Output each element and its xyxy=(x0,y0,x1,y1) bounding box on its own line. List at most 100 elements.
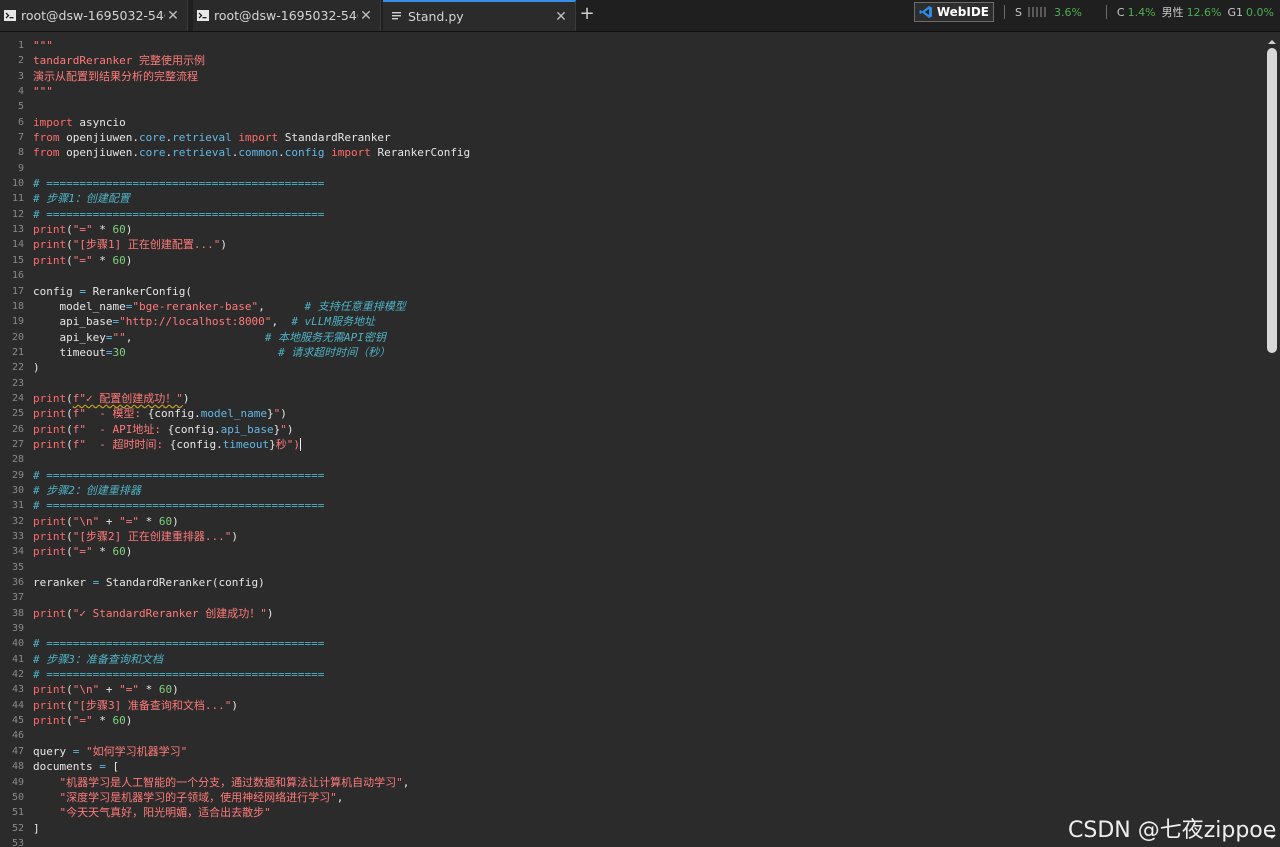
code-token: documents xyxy=(33,760,93,774)
tab-stand-py[interactable]: Stand.py ✕ xyxy=(383,0,576,31)
line-number: 49 xyxy=(11,776,24,788)
code-line[interactable]: # 步骤1：创建配置 xyxy=(33,191,470,206)
code-line[interactable]: print(f" - 超时时间: {config.timeout}秒") xyxy=(33,437,470,452)
code-token: ( xyxy=(66,714,73,728)
code-line[interactable]: # ======================================… xyxy=(33,498,470,513)
code-line[interactable]: print("\n" + "=" * 60) xyxy=(33,682,470,697)
code-token: retrieval xyxy=(172,131,232,145)
code-line[interactable]: print("=" * 60) xyxy=(33,222,470,237)
code-line[interactable]: model_name="bge-reranker-base", # 支持任意重排… xyxy=(33,299,470,314)
tab-terminal-2[interactable]: root@dsw-1695032-54C677I ✕ xyxy=(193,0,381,31)
code-line[interactable]: config = RerankerConfig( xyxy=(33,284,470,299)
code-token: from xyxy=(33,146,60,160)
close-icon[interactable]: ✕ xyxy=(165,8,181,24)
code-line[interactable] xyxy=(33,590,470,605)
code-line[interactable]: print("[步骤1] 正在创建配置...") xyxy=(33,237,470,252)
code-token: 演示从配置到结果分析的完整流程 xyxy=(33,69,198,83)
code-token: = xyxy=(72,284,93,298)
code-line[interactable]: print("=" * 60) xyxy=(33,713,470,728)
code-line[interactable]: reranker = StandardReranker(config) xyxy=(33,575,470,590)
code-token: f" - 模型: xyxy=(72,407,148,421)
code-line[interactable] xyxy=(33,452,470,467)
code-line[interactable]: 演示从配置到结果分析的完整流程 xyxy=(33,69,470,84)
line-number: 32 xyxy=(11,515,24,527)
code-line[interactable]: "机器学习是人工智能的一个分支，通过数据和算法让计算机自动学习", xyxy=(33,775,470,790)
code-token: = xyxy=(92,760,113,774)
line-number: 7 xyxy=(17,132,24,144)
code-line[interactable]: api_key="", # 本地服务无需API密钥 xyxy=(33,330,470,345)
code-token: "=" xyxy=(119,514,139,528)
code-line[interactable]: print("=" * 60) xyxy=(33,253,470,268)
code-line[interactable]: "今天天气真好，阳光明媚，适合出去散步" xyxy=(33,805,470,820)
code-line[interactable]: """ xyxy=(33,84,470,99)
code-token: print xyxy=(33,714,67,728)
code-line[interactable] xyxy=(33,268,470,283)
code-token: f" - 超时时间: xyxy=(72,437,170,451)
code-token: ( xyxy=(66,238,73,252)
code-line[interactable]: query = "如何学习机器学习" xyxy=(33,744,470,759)
code-line[interactable]: """ xyxy=(33,38,470,53)
code-line[interactable]: ) xyxy=(33,360,470,375)
line-number-gutter: 1 2 3 4 5 6 7 8 9 10 11 12 13 14 15 16 17 18 19 20 21 22 23 24 2… xyxy=(0,38,24,847)
tab-terminal-1[interactable]: root@dsw-1695032-54C677I ✕ xyxy=(0,0,188,31)
code-line[interactable]: print(f"✓ 配置创建成功！") xyxy=(33,391,470,406)
close-icon[interactable]: ✕ xyxy=(358,8,374,24)
code-line[interactable]: # ======================================… xyxy=(33,207,470,222)
code-token: # ======================================… xyxy=(33,637,325,651)
divider xyxy=(1003,5,1005,19)
code-token: print xyxy=(33,238,67,252)
line-number: 51 xyxy=(11,807,24,819)
code-token: retrieval xyxy=(172,146,232,160)
code-line[interactable]: print("[步骤2] 正在创建重排器...") xyxy=(33,529,470,544)
line-number: 12 xyxy=(11,208,24,220)
code-token: # 本地服务无需API密钥 xyxy=(264,330,386,344)
code-line[interactable]: # ======================================… xyxy=(33,468,470,483)
code-line[interactable] xyxy=(33,836,470,847)
code-line[interactable]: # ======================================… xyxy=(33,636,470,651)
code-line[interactable]: timeout=30 # 请求超时时间（秒） xyxy=(33,345,470,360)
code-line[interactable]: # ======================================… xyxy=(33,176,470,191)
code-token: core xyxy=(138,146,166,160)
code-line[interactable]: documents = [ xyxy=(33,759,470,774)
line-number: 19 xyxy=(11,316,24,328)
vertical-scrollbar[interactable] xyxy=(1264,32,1280,847)
code-line[interactable]: print(f" - API地址: {config.api_base}") xyxy=(33,422,470,437)
code-area[interactable]: """ tandardReranker 完整使用示例 演示从配置到结果分析的完整流程… xyxy=(33,38,470,847)
code-line[interactable] xyxy=(33,161,470,176)
code-line[interactable]: # ======================================… xyxy=(33,667,470,682)
new-tab-button[interactable]: + xyxy=(576,4,598,26)
code-token: * xyxy=(92,223,113,237)
code-line[interactable]: tandardReranker 完整使用示例 xyxy=(33,53,470,68)
code-line[interactable]: print("✓ StandardReranker 创建成功！") xyxy=(33,606,470,621)
code-line[interactable] xyxy=(33,376,470,391)
code-line[interactable]: api_base="http://localhost:8000", # vLLM… xyxy=(33,314,470,329)
code-line[interactable]: import asyncio xyxy=(33,115,470,130)
code-token: timeout xyxy=(222,437,270,451)
close-icon[interactable]: ✕ xyxy=(553,9,569,25)
code-line[interactable] xyxy=(33,621,470,636)
code-token: ) xyxy=(125,545,133,559)
code-line[interactable] xyxy=(33,560,470,575)
code-token: # ======================================… xyxy=(33,668,325,682)
code-line[interactable]: from openjiuwen.core.retrieval.common.co… xyxy=(33,145,470,160)
code-line[interactable] xyxy=(33,728,470,743)
scroll-up-icon[interactable] xyxy=(1268,38,1276,46)
code-line[interactable]: ] xyxy=(33,821,470,836)
code-editor[interactable]: 1 2 3 4 5 6 7 8 9 10 11 12 13 14 15 16 17 18 19 20 21 22 23 24 2… xyxy=(0,32,1264,847)
mem-label: 男性 xyxy=(1161,6,1184,19)
code-line[interactable]: # 步骤2：创建重排器 xyxy=(33,483,470,498)
code-token: ) xyxy=(172,514,179,528)
code-line[interactable]: print("[步骤3] 准备查询和文档...") xyxy=(33,698,470,713)
webide-button[interactable]: WebIDE xyxy=(913,2,994,22)
code-line[interactable]: # 步骤3：准备查询和文档 xyxy=(33,652,470,667)
line-number: 9 xyxy=(17,162,24,174)
code-line[interactable]: print("=" * 60) xyxy=(33,544,470,559)
code-line[interactable]: from openjiuwen.core.retrieval import St… xyxy=(33,130,470,145)
code-line[interactable]: print(f" - 模型: {config.model_name}") xyxy=(33,406,470,421)
scrollbar-thumb[interactable] xyxy=(1267,48,1277,353)
code-token: print xyxy=(33,407,67,421)
code-line[interactable]: print("\n" + "=" * 60) xyxy=(33,514,470,529)
code-token: 60 xyxy=(112,253,126,267)
code-line[interactable]: "深度学习是机器学习的子领域，使用神经网络进行学习", xyxy=(33,790,470,805)
code-line[interactable] xyxy=(33,99,470,114)
